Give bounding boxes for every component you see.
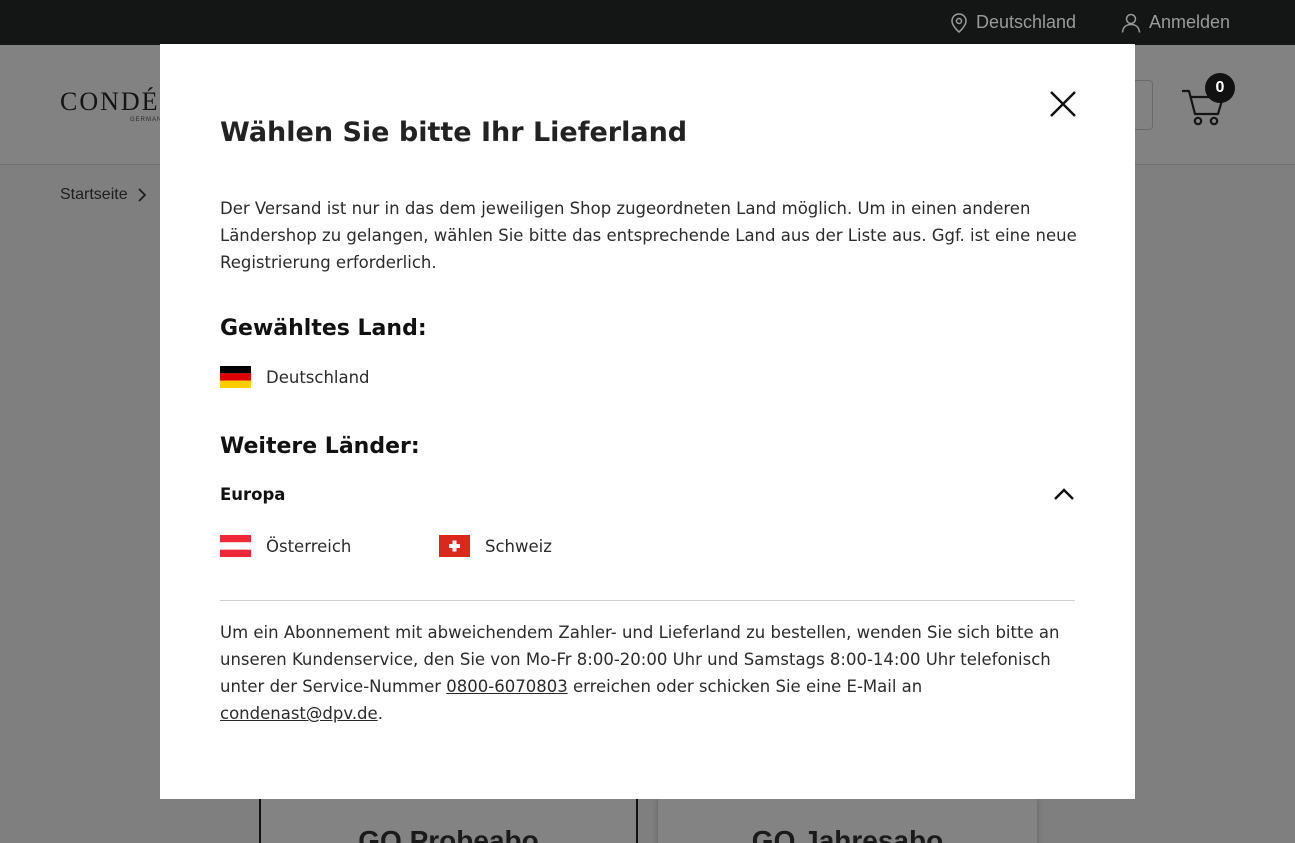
login-link[interactable]: Anmelden [1121, 0, 1230, 45]
selected-country-label: Deutschland [266, 367, 370, 387]
product-card-title: GQ Probeabo [358, 825, 539, 843]
top-utility-bar: Deutschland Anmelden [0, 0, 1295, 45]
country-option-switzerland[interactable]: Schweiz [439, 535, 552, 557]
cart-count-badge: 0 [1205, 73, 1235, 103]
country-switch-link[interactable]: Deutschland [950, 0, 1076, 45]
country-option-label: Österreich [266, 536, 352, 556]
region-accordion-europa[interactable]: Europa [220, 480, 1075, 508]
site-logo[interactable]: CONDÉ [60, 87, 160, 117]
selected-country[interactable]: Deutschland [220, 366, 370, 388]
service-email-link[interactable]: condenast@dpv.de [220, 704, 378, 723]
divider [220, 600, 1075, 601]
location-pin-icon [951, 12, 967, 33]
flag-germany-icon [220, 366, 251, 388]
region-label: Europa [220, 484, 286, 504]
product-card[interactable]: GQ Jahresabo [658, 799, 1037, 843]
flag-switzerland-icon [439, 535, 470, 557]
chevron-right-icon [137, 188, 146, 202]
modal-title: Wählen Sie bitte Ihr Lieferland [220, 117, 688, 148]
product-card[interactable]: GQ Probeabo [259, 799, 638, 843]
close-icon[interactable] [1048, 89, 1078, 119]
service-info-text: Um ein Abonnement mit abweichendem Zahle… [220, 619, 1080, 727]
country-option-label: Schweiz [485, 536, 552, 556]
user-icon [1121, 13, 1141, 33]
selected-country-heading: Gewähltes Land: [220, 316, 427, 341]
service-info-part: erreichen oder schicken Sie eine E-Mail … [567, 677, 923, 696]
breadcrumb: Startseite [60, 186, 146, 204]
flag-austria-icon [220, 535, 251, 557]
service-info-part: . [377, 704, 383, 723]
breadcrumb-home-link[interactable]: Startseite [60, 186, 128, 204]
country-select-modal: Wählen Sie bitte Ihr Lieferland Der Vers… [160, 44, 1135, 799]
country-option-austria[interactable]: Österreich [220, 535, 351, 557]
country-switch-label: Deutschland [976, 12, 1077, 32]
product-card-title: GQ Jahresabo [751, 825, 944, 843]
chevron-up-icon [1054, 488, 1074, 500]
other-countries-heading: Weitere Länder: [220, 434, 420, 459]
login-label: Anmelden [1149, 12, 1231, 32]
service-phone-link[interactable]: 0800-6070803 [446, 677, 567, 696]
modal-intro-text: Der Versand ist nur in das dem jeweilige… [220, 199, 1077, 272]
